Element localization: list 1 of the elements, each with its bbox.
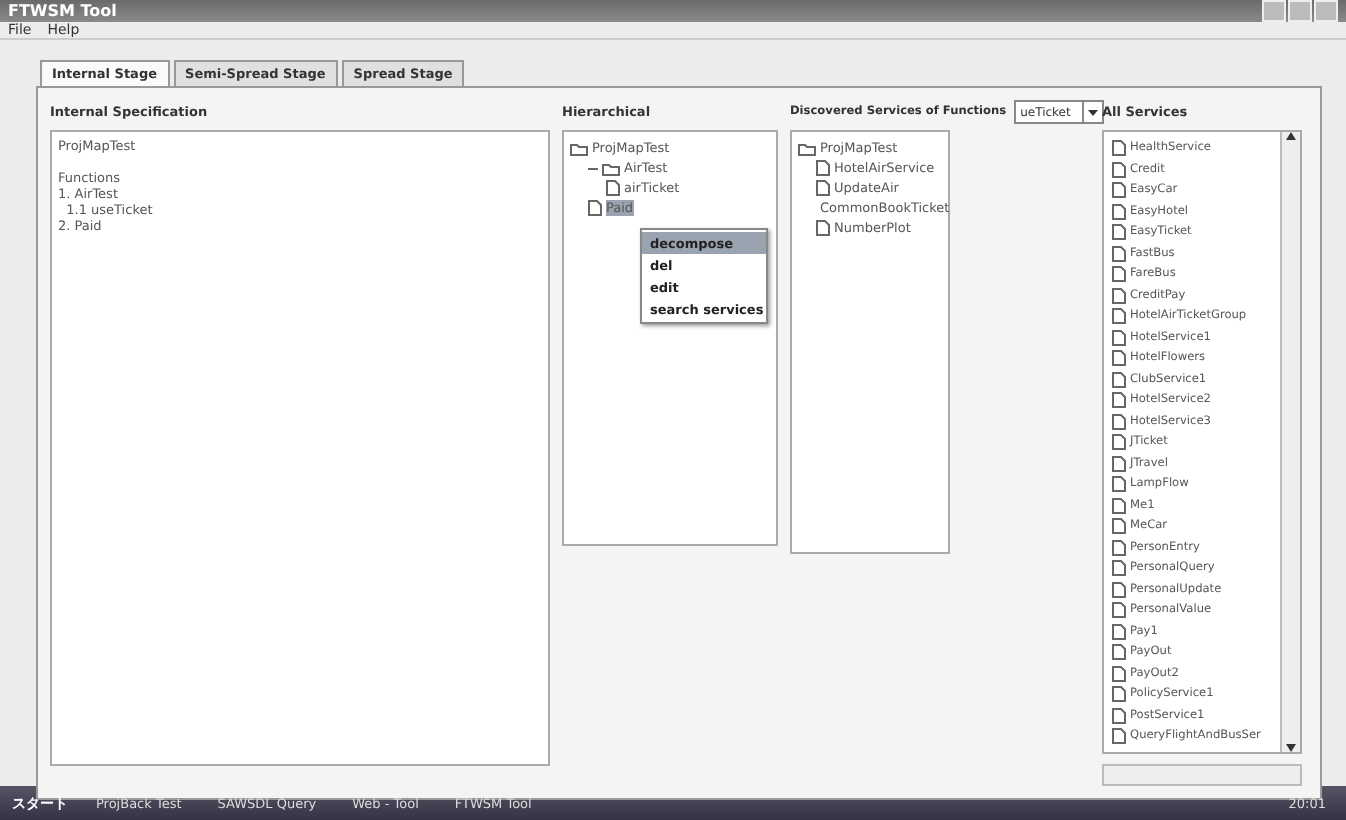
window-title: FTWSM Tool [8, 2, 117, 20]
